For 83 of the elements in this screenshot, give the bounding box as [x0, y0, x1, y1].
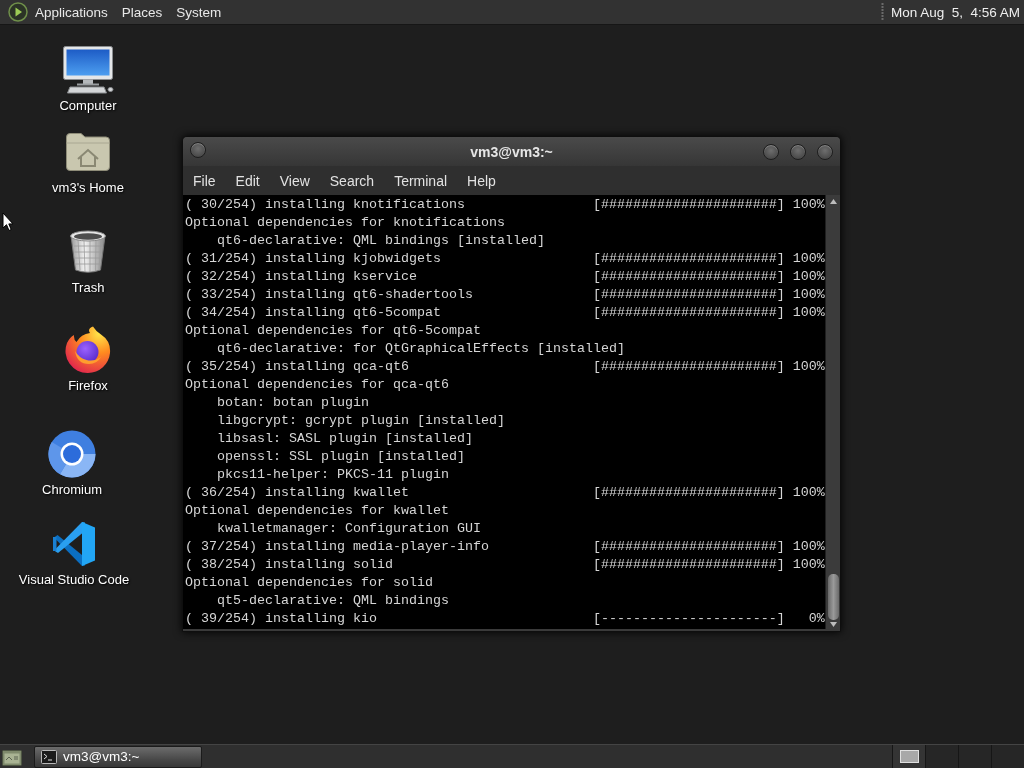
scroll-up-arrow-icon[interactable] [829, 199, 837, 204]
clock[interactable]: Mon Aug 5, 4:56 AM [890, 4, 1020, 20]
terminal-icon [41, 749, 57, 764]
scroll-down-arrow-icon[interactable] [829, 622, 837, 627]
chromium-icon[interactable] [48, 430, 96, 478]
close-button[interactable] [817, 143, 833, 160]
vscode-icon[interactable] [52, 522, 96, 566]
hash-marks-text: [######################] [592, 250, 785, 268]
computer-icon[interactable] [62, 46, 114, 94]
terminal-line: ( 31/254) installing kjobwidgets [185, 250, 441, 268]
terminal-line: ( 39/254) installing kio [185, 610, 377, 628]
desktop-icon-label[interactable]: Firefox [68, 378, 108, 394]
hash-marks-text: [######################] [592, 556, 785, 574]
terminal-line: Optional dependencies for kwallet [185, 503, 449, 518]
terminal-line: Optional dependencies for qca-qt6 [185, 377, 449, 392]
scrollbar[interactable] [825, 195, 840, 629]
percent-text: 100% [792, 196, 825, 214]
terminal-line: ( 32/254) installing kservice [185, 268, 417, 286]
hash-marks-text: [######################] [592, 538, 785, 556]
terminal-line: ( 36/254) installing kwallet [185, 484, 409, 502]
terminal-line: ( 30/254) installing knotifications [185, 196, 465, 214]
menu-item[interactable]: Terminal [384, 168, 458, 193]
menu-item[interactable]: View [269, 168, 320, 193]
percent-text: 100% [792, 250, 825, 268]
hash-marks-text: [----------------------] [592, 610, 785, 628]
workspace-cell[interactable] [892, 745, 925, 768]
hash-marks-text: [######################] [592, 304, 785, 322]
mouse-pointer-icon [2, 212, 14, 232]
maximize-button[interactable] [790, 143, 806, 160]
terminal-line: kwalletmanager: Configuration GUI [217, 521, 481, 536]
terminal-line: qt6-declarative: for QtGraphicalEffects [installed] [217, 341, 625, 356]
percent-text: 0% [808, 610, 825, 628]
terminal-line: qt6-declarative: QML bindings [installed] [217, 233, 545, 248]
percent-text: 100% [792, 286, 825, 304]
percent-text: 100% [792, 358, 825, 376]
panel-handle-icon[interactable] [880, 3, 884, 21]
terminal-line: openssl: SSL plugin [installed] [217, 449, 465, 464]
window-menu-button[interactable] [190, 142, 206, 158]
hash-marks-text: [######################] [592, 196, 785, 214]
terminal-line: libgcrypt: gcrypt plugin [installed] [217, 413, 505, 428]
show-desktop-icon[interactable] [2, 747, 22, 766]
desktop-icon-label[interactable]: Computer [59, 98, 117, 114]
terminal-line: ( 37/254) installing media-player-info [185, 538, 489, 556]
terminal-line: Optional dependencies for knotifications [185, 215, 505, 230]
panel-menu[interactable]: Places [114, 1, 170, 23]
percent-text: 100% [792, 556, 825, 574]
window-thumbnail [899, 750, 919, 763]
percent-text: 100% [792, 304, 825, 322]
firefox-icon[interactable] [64, 326, 112, 374]
hash-marks-text: [######################] [592, 268, 785, 286]
menu-item[interactable]: File [183, 168, 226, 193]
desktop-icon-label[interactable]: Chromium [42, 482, 102, 498]
hash-marks-text: [######################] [592, 358, 785, 376]
desktop-icon-label[interactable]: Trash [71, 280, 105, 296]
terminal-line: ( 38/254) installing solid [185, 556, 393, 574]
play-logo-icon[interactable] [8, 2, 28, 22]
menu-item[interactable]: Edit [225, 168, 270, 193]
percent-text: 100% [792, 484, 825, 502]
window-title: vm3@vm3:~ [470, 143, 553, 160]
terminal-line: ( 33/254) installing qt6-shadertools [185, 286, 473, 304]
menu-item[interactable]: Search [319, 168, 385, 193]
terminal-line: Optional dependencies for solid [185, 575, 433, 590]
terminal-line: Optional dependencies for qt6-5compat [185, 323, 481, 338]
taskbar-button[interactable]: vm3@vm3:~ [34, 745, 202, 768]
menu-item[interactable]: Help [457, 168, 506, 193]
percent-text: 100% [792, 268, 825, 286]
trash-icon[interactable] [68, 230, 108, 274]
minimize-button[interactable] [763, 143, 779, 160]
hash-marks-text: [######################] [592, 286, 785, 304]
desktop-icon-label[interactable]: vm3's Home [52, 180, 124, 196]
scrollbar-thumb[interactable] [827, 574, 839, 620]
terminal-line: qt5-declarative: QML bindings [217, 593, 449, 608]
terminal-line: botan: botan plugin [217, 395, 369, 410]
percent-text: 100% [792, 538, 825, 556]
terminal-line: ( 35/254) installing qca-qt6 [185, 358, 409, 376]
home-folder-icon[interactable] [65, 132, 111, 172]
panel-menu[interactable]: System [169, 1, 229, 23]
desktop-icon-label[interactable]: Visual Studio Code [18, 572, 130, 588]
terminal-line: libsasl: SASL plugin [installed] [217, 431, 473, 446]
terminal-line: pkcs11-helper: PKCS-11 plugin [217, 467, 449, 482]
hash-marks-text: [######################] [592, 484, 785, 502]
terminal-line: ( 34/254) installing qt6-5compat [185, 304, 441, 322]
panel-menu[interactable]: Applications [28, 1, 115, 23]
